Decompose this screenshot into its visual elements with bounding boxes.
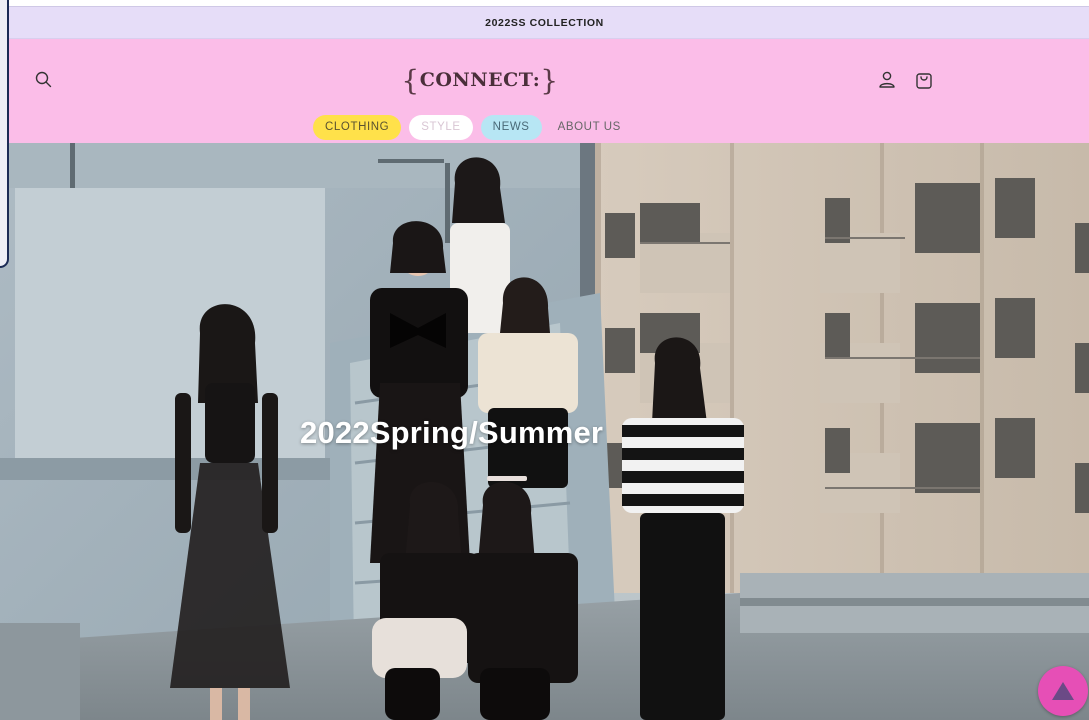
announcement-bar: 2022SS COLLECTION [0,7,1089,39]
shopping-bag-icon [916,73,932,89]
user-icon [879,71,895,88]
logo-open-brace: { [401,63,420,97]
scroll-top-button[interactable] [1038,666,1088,716]
nav-clothing[interactable]: CLOTHING [313,115,402,140]
triangle-up-icon [1052,682,1074,700]
logo-text: CONNECT: [419,69,541,91]
search-button[interactable] [33,69,55,91]
hero-banner[interactable]: 2022Spring/Summer [0,143,1089,720]
site-header: { CONNECT: } CLOTHING STYLE NEWS ABOUT U… [0,39,1089,143]
site-logo[interactable]: { CONNECT: } [401,61,558,99]
nav-news[interactable]: NEWS [480,115,542,140]
nav-about-us[interactable]: ABOUT US [550,115,629,140]
cart-button[interactable] [913,69,935,91]
top-strip [0,0,1089,7]
logo-close-brace: } [540,63,559,97]
account-button[interactable] [877,69,897,91]
nav-style[interactable]: STYLE [409,115,473,140]
announcement-text: 2022SS COLLECTION [485,16,604,29]
search-icon [35,71,52,88]
hero-title: 2022Spring/Summer [300,415,604,450]
left-frame [0,0,9,268]
main-nav: CLOTHING STYLE NEWS ABOUT US [313,115,629,140]
